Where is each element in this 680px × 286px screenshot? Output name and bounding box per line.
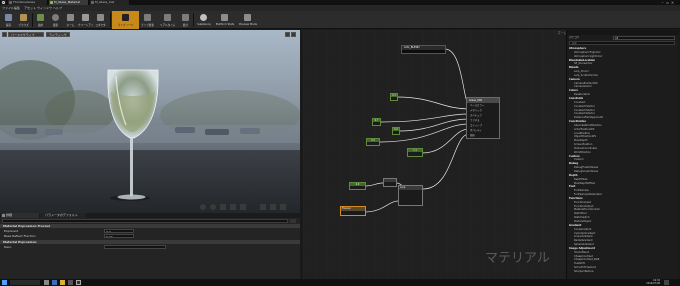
notifications-icon[interactable] <box>664 280 669 285</box>
base-reflect-label: Base Reflect Fraction <box>4 234 36 238</box>
taskbar-search-input[interactable] <box>10 280 40 285</box>
viewport[interactable]: パースペクティブ ライティング <box>0 30 300 213</box>
tab-parameter-defaults[interactable]: パラメータのデフォルト <box>40 213 86 218</box>
camera-speed-icon[interactable] <box>285 32 290 37</box>
pin-refraction[interactable]: 屈折 <box>470 133 500 138</box>
platform-stats-icon <box>221 14 228 21</box>
constant-node[interactable]: 0.0 <box>349 182 366 190</box>
palette-list: Atmosphere AtmosphericFogColor Atmospheric… <box>567 47 679 279</box>
material-icon <box>9 1 12 4</box>
constant-node[interactable]: 0.1 <box>390 93 398 101</box>
search-button[interactable]: 検索 <box>48 11 63 29</box>
exponent-field[interactable]: 3.0 <box>104 229 134 233</box>
background-icon[interactable] <box>280 204 286 210</box>
substance-icon <box>200 14 207 21</box>
viewport-scene <box>0 30 300 213</box>
zoom-label: ズーム -1 <box>557 31 571 35</box>
tab-label: M_Glass_Material <box>54 0 80 4</box>
maximize-viewport-icon[interactable] <box>291 32 296 37</box>
cleanup-button[interactable]: クリーンアップ <box>78 11 93 29</box>
store-icon[interactable] <box>68 280 73 285</box>
save-icon <box>5 14 12 21</box>
constant-node[interactable]: 0.4 <box>366 138 380 146</box>
substance-button[interactable]: Substance <box>195 11 213 29</box>
lerp-node[interactable]: Lerp <box>398 185 423 206</box>
fresnel-node[interactable]: Fresnel <box>340 206 366 216</box>
apply-icon <box>37 14 44 21</box>
platform-stats-button[interactable]: Platform Stats <box>215 11 235 29</box>
connectors-icon <box>97 14 104 21</box>
save-button[interactable]: 保存 <box>1 11 16 29</box>
realtime-icon[interactable] <box>270 204 276 210</box>
home-icon <box>67 14 74 21</box>
desc-field[interactable] <box>104 245 166 249</box>
toolbar-divider <box>193 13 194 27</box>
live-nodes-button[interactable]: ライブノード <box>112 11 139 29</box>
taskview-icon[interactable] <box>44 280 49 285</box>
parameter-node[interactable]: LOG_BLEND <box>401 45 446 54</box>
folder-icon <box>20 14 27 21</box>
apply-button[interactable]: 適用 <box>33 11 48 29</box>
realtime-icon <box>164 14 171 21</box>
base-reflect-field[interactable]: 0.04 <box>104 234 134 238</box>
tab-label: ThirdLineGlass <box>13 0 36 4</box>
grid-icon[interactable] <box>260 204 266 210</box>
stats-icon <box>182 14 189 21</box>
palette-header <box>567 30 679 35</box>
view-mode-button[interactable]: パースペクティブ <box>8 32 44 37</box>
live-nodes-icon <box>122 14 129 21</box>
details-icon <box>2 214 5 217</box>
viewport-options-icon[interactable] <box>2 32 7 37</box>
palette-panel: カテゴリ All 検索 Atmosphere AtmosphericFogColo… <box>566 30 679 279</box>
palette-search-input[interactable]: 検索 <box>569 41 675 45</box>
details-search-input[interactable] <box>2 219 288 223</box>
section-material-expression[interactable]: Material Expression <box>0 240 300 244</box>
constant-node[interactable]: 0.2 <box>392 127 400 135</box>
preview-shape-bar <box>200 204 292 210</box>
lit-mode-button[interactable]: ライティング <box>46 32 70 37</box>
tab-label: M_Glass_Inst <box>95 0 115 4</box>
plane-icon[interactable] <box>220 204 226 210</box>
realtime-button[interactable]: リアルタイム <box>160 11 175 29</box>
exponent-label: Exponent <box>4 229 19 233</box>
unreal-taskbar-icon[interactable] <box>76 280 81 285</box>
preview-mode-icon <box>244 14 251 21</box>
preview-mode-button[interactable]: Preview Mode <box>238 11 258 29</box>
cleanup-icon <box>82 14 89 21</box>
explorer-icon[interactable] <box>60 280 65 285</box>
main-material-node[interactable]: Glass_Mat ベースカラー メタリック スペキュラ ラフネス エミッシブ … <box>466 97 500 139</box>
cylinder-icon[interactable] <box>200 204 206 210</box>
home-button[interactable]: ホーム <box>63 11 78 29</box>
stats-button[interactable]: 統計 <box>178 11 193 29</box>
live-update-icon <box>144 14 151 21</box>
section-material-expression-fresnel[interactable]: Material Expression Fresnel <box>0 224 300 228</box>
multiply-node[interactable] <box>383 178 397 187</box>
details-panel: 詳細 パラメータのデフォルト Material Expression Fresn… <box>0 213 300 279</box>
browse-button[interactable]: ブラウズ <box>16 11 31 29</box>
sphere-icon[interactable] <box>210 204 216 210</box>
search-icon <box>52 14 59 21</box>
category-select[interactable]: All <box>613 36 675 40</box>
connectors-button[interactable]: コネクタ <box>93 11 108 29</box>
material-icon <box>50 1 53 4</box>
clock-date: 2016/07/08 <box>646 282 660 285</box>
graph-watermark: マテリアル <box>485 251 550 266</box>
desc-label: Desc <box>4 245 12 249</box>
taskbar: 16:32 2016/07/08 <box>0 279 680 286</box>
live-update-button[interactable]: ライブ更新 <box>140 11 155 29</box>
material-icon <box>91 1 94 4</box>
edge-icon[interactable] <box>52 280 57 285</box>
palette-item[interactable]: SharpenTexture <box>567 270 679 274</box>
view-options-icon[interactable] <box>290 219 296 223</box>
tab-details[interactable]: 詳細 <box>1 213 39 218</box>
toolbar-divider <box>110 13 111 27</box>
teapot-icon[interactable] <box>240 204 246 210</box>
constant-node[interactable]: 1.1 <box>407 148 423 157</box>
cube-icon[interactable] <box>230 204 236 210</box>
constant-node[interactable]: 0.7 <box>372 118 381 126</box>
category-label: カテゴリ <box>569 36 580 39</box>
windows-start-icon[interactable] <box>2 280 7 285</box>
